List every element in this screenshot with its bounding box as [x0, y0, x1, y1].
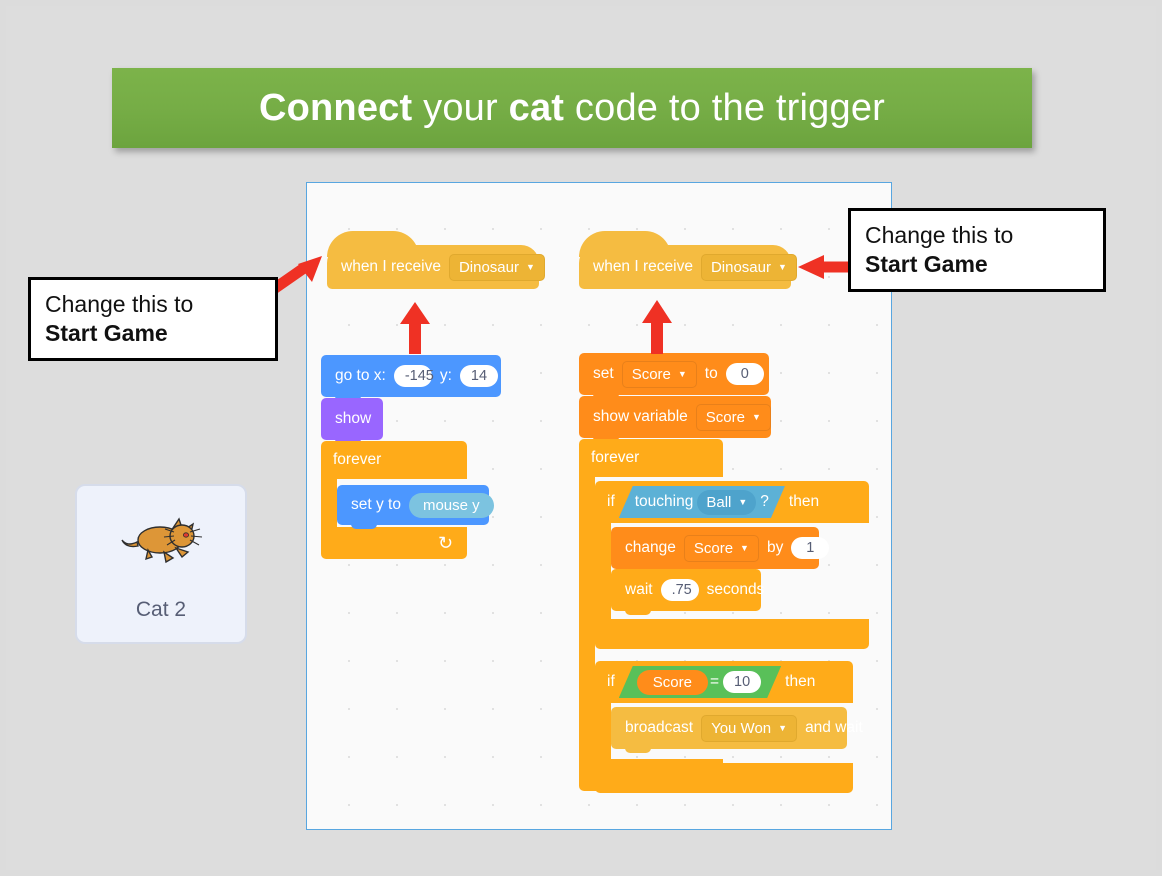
- chevron-down-icon-right-hat: ▼: [777, 261, 787, 272]
- set-to-label: to: [704, 365, 718, 382]
- when-i-receive-label-right: when I receive: [593, 258, 693, 275]
- dropdown-variable-set-value: Score: [631, 365, 671, 383]
- dropdown-broadcast-value: You Won: [711, 719, 772, 737]
- dropdown-touching-value: Ball: [706, 493, 732, 511]
- if-label-touching: if: [607, 493, 615, 510]
- input-go-to-x[interactable]: -145: [393, 365, 434, 387]
- dropdown-touching-target[interactable]: Ball ▼: [697, 490, 756, 515]
- page-title: Connect your cat code to the trigger: [259, 87, 885, 130]
- wait-label: wait: [625, 581, 653, 598]
- dropdown-variable-change[interactable]: Score ▼: [683, 534, 759, 562]
- dropdown-message-value-left: Dinosaur: [458, 258, 519, 276]
- change-by-label: by: [766, 539, 784, 556]
- when-i-receive-label-left: when I receive: [341, 258, 441, 275]
- set-y-label: set y to: [351, 496, 401, 513]
- show-variable-label: show variable: [593, 408, 688, 425]
- dropdown-message-left[interactable]: Dinosaur ▼: [448, 253, 545, 281]
- left-callout-line2: Start Game: [45, 319, 168, 346]
- title-bold-connect: Connect: [258, 86, 413, 129]
- forever-label-left: forever: [333, 451, 382, 468]
- set-label: set: [593, 365, 614, 382]
- title-text-your: your: [412, 86, 509, 129]
- then-label-touching: then: [788, 493, 820, 510]
- dropdown-variable-change-value: Score: [693, 539, 734, 557]
- wait-seconds-label: seconds: [706, 581, 765, 598]
- right-callout-line2: Start Game: [865, 250, 988, 277]
- arrow-up-right-script: [642, 300, 672, 354]
- title-banner: Connect your cat code to the trigger: [112, 68, 1032, 148]
- slide-canvas: Connect your cat code to the trigger Cat…: [0, 0, 1162, 876]
- chevron-down-icon-show-var: ▼: [751, 411, 761, 422]
- forever-label-right: forever: [591, 449, 640, 466]
- block-set-score-to[interactable]: set Score ▼ to 0: [579, 353, 769, 399]
- block-when-i-receive-left[interactable]: when I receive Dinosaur ▼: [327, 231, 545, 289]
- dropdown-variable-show[interactable]: Score ▼: [695, 403, 771, 431]
- broadcast-and-wait-label: and wait: [805, 719, 863, 736]
- cat-sprite-icon: [121, 517, 203, 564]
- block-set-y-to[interactable]: set y to mouse y: [337, 485, 494, 529]
- input-go-to-y[interactable]: 14: [459, 365, 498, 387]
- go-to-y-label: y:: [439, 367, 452, 384]
- sprite-name-label: Cat 2: [135, 598, 187, 621]
- title-bold-cat: cat: [508, 86, 565, 129]
- input-wait-value[interactable]: .75: [660, 579, 699, 601]
- sprite-thumbnail-cat2[interactable]: Cat 2: [75, 484, 247, 644]
- touching-question-mark: ?: [760, 493, 769, 510]
- dropdown-message-value-right: Dinosaur: [710, 258, 771, 276]
- dropdown-variable-show-value: Score: [705, 408, 745, 426]
- block-show[interactable]: show: [321, 398, 383, 444]
- input-change-score-value[interactable]: 1: [791, 537, 830, 559]
- title-text-rest: code to the trigger: [564, 86, 886, 129]
- equals-operator-symbol: =: [709, 673, 719, 690]
- cat-eye: [183, 532, 190, 538]
- change-label: change: [625, 539, 676, 556]
- input-set-score-value[interactable]: 0: [725, 363, 764, 385]
- dropdown-broadcast-message[interactable]: You Won ▼: [701, 714, 798, 742]
- chevron-down-icon-change-var: ▼: [740, 542, 749, 553]
- input-equals-value[interactable]: 10: [723, 671, 761, 693]
- loop-arrow-icon-left: ↺: [437, 533, 453, 553]
- right-callout: Change this to Start Game: [848, 208, 1106, 292]
- left-callout: Change this to Start Game: [28, 277, 278, 361]
- dropdown-variable-set[interactable]: Score ▼: [621, 360, 697, 388]
- reporter-score-variable[interactable]: Score: [637, 670, 708, 695]
- broadcast-label: broadcast: [625, 719, 694, 736]
- block-show-variable[interactable]: show variable Score ▼: [579, 396, 771, 442]
- chevron-down-icon-broadcast: ▼: [778, 722, 788, 733]
- dropdown-message-right[interactable]: Dinosaur ▼: [700, 253, 797, 281]
- block-change-score-by[interactable]: change Score ▼ by 1: [611, 527, 830, 573]
- block-when-i-receive-right[interactable]: when I receive Dinosaur ▼: [579, 231, 797, 289]
- chevron-down-icon-set-var: ▼: [677, 368, 687, 379]
- reporter-mouse-y[interactable]: mouse y: [408, 492, 494, 518]
- go-to-label: go to x:: [335, 367, 386, 384]
- touching-label: touching: [634, 493, 694, 510]
- block-equals-operator[interactable]: Score = 10: [619, 666, 781, 698]
- chevron-down-icon-touching: ▼: [738, 496, 748, 507]
- block-wait-seconds[interactable]: wait .75 seconds: [611, 569, 764, 615]
- arrow-up-left-script: [400, 302, 430, 354]
- show-label: show: [335, 410, 372, 427]
- if-label-score: if: [607, 673, 615, 690]
- left-callout-line1: Change this to: [45, 291, 194, 317]
- block-go-to-xy[interactable]: go to x: -145 y: 14: [321, 355, 501, 401]
- block-touching-ball[interactable]: touching Ball ▼ ?: [619, 486, 785, 518]
- then-label-score: then: [785, 673, 816, 690]
- right-callout-line1: Change this to: [865, 222, 1014, 248]
- chevron-down-icon-left-hat: ▼: [525, 261, 535, 272]
- block-broadcast-and-wait[interactable]: broadcast You Won ▼ and wait: [611, 707, 863, 753]
